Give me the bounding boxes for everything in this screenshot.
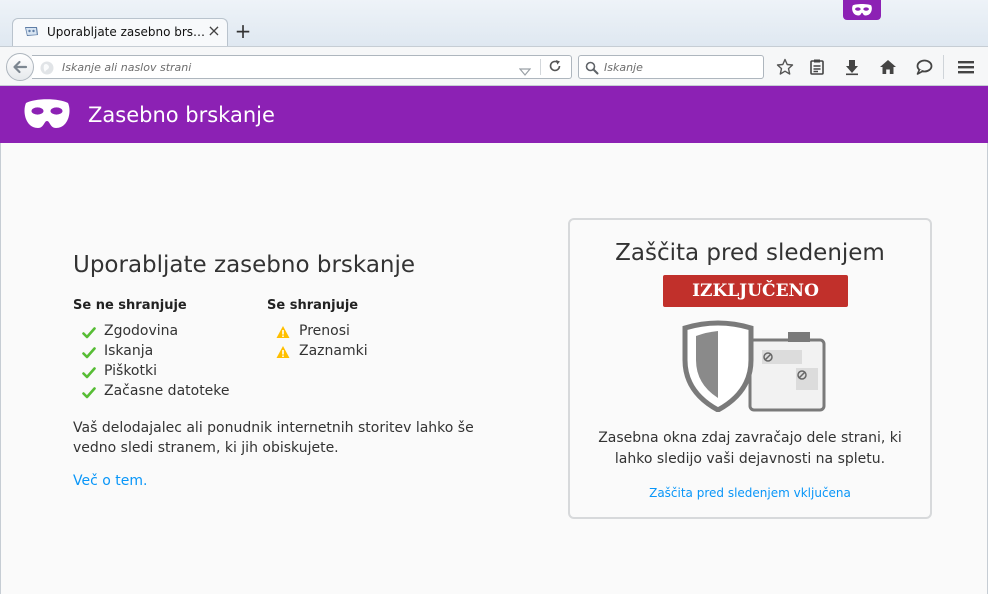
saved-heading: Se shranjuje <box>267 298 359 313</box>
back-button[interactable] <box>6 53 34 81</box>
not-saved-heading: Se ne shranjuje <box>73 298 187 313</box>
toolbar-separator <box>943 55 944 79</box>
checkmark-icon <box>82 347 96 359</box>
list-item: Piškotki <box>104 363 157 379</box>
private-mask-icon <box>23 98 71 130</box>
chat-bubble-icon[interactable] <box>913 56 935 78</box>
tracking-protection-title: Zaščita pred sledenjem <box>615 240 885 266</box>
tracking-protection-description: Zasebna okna zdaj zavračajo dele strani,… <box>598 430 902 467</box>
enable-tracking-protection-link[interactable]: Zaščita pred sledenjem vključena <box>570 486 930 500</box>
checkmark-icon <box>82 387 96 399</box>
warning-icon <box>276 346 290 358</box>
tab-title: Uporabljate zasebno brskanje <box>47 25 207 39</box>
title-bar: Uporabljate zasebno brskanje × + <box>0 0 988 46</box>
list-item: Začasne datoteke <box>104 383 230 399</box>
history-dropdown-icon[interactable] <box>518 62 532 76</box>
url-bar[interactable] <box>32 55 572 79</box>
status-badge: IZKLJUČENO <box>663 275 848 307</box>
url-input[interactable] <box>62 58 502 76</box>
checkmark-icon <box>82 367 96 379</box>
checkmark-icon <box>82 327 96 339</box>
reload-icon[interactable] <box>546 59 564 75</box>
list-item: Iskanja <box>104 343 154 359</box>
list-item: Prenosi <box>299 323 350 339</box>
close-tab-icon[interactable]: × <box>206 23 222 39</box>
main-heading: Uporabljate zasebno brskanje <box>73 252 416 278</box>
tracking-warning-text: Vaš delodajalec ali ponudnik internetnih… <box>73 420 474 456</box>
private-mask-icon <box>843 0 881 20</box>
search-bar[interactable] <box>578 55 764 79</box>
tab-private-browsing[interactable]: Uporabljate zasebno brskanje × <box>12 18 228 46</box>
list-item: Zaznamki <box>299 343 368 359</box>
globe-icon <box>40 60 54 75</box>
warning-icon <box>276 326 290 338</box>
home-icon[interactable] <box>877 56 899 78</box>
new-tab-icon[interactable]: + <box>233 20 253 42</box>
hamburger-menu-icon[interactable] <box>955 56 977 78</box>
url-separator <box>540 59 541 75</box>
list-item: Zgodovina <box>104 323 179 339</box>
search-icon <box>585 60 599 75</box>
tracking-protection-card: Zaščita pred sledenjem IZKLJUČENO Zasebn… <box>568 218 932 519</box>
nav-toolbar <box>0 46 988 86</box>
shield-icon <box>682 320 826 412</box>
private-browsing-header: Zasebno brskanje <box>0 86 988 143</box>
search-input[interactable] <box>604 58 754 76</box>
learn-more-link[interactable]: Več o tem. <box>73 473 147 489</box>
back-arrow-icon <box>13 60 28 74</box>
page-title: Zasebno brskanje <box>88 103 275 127</box>
private-favicon-icon <box>24 24 40 40</box>
reading-list-icon[interactable] <box>806 56 828 78</box>
private-browsing-content: Uporabljate zasebno brskanje Se ne shran… <box>0 143 988 594</box>
download-icon[interactable] <box>841 56 863 78</box>
bookmark-star-icon[interactable] <box>774 56 796 78</box>
